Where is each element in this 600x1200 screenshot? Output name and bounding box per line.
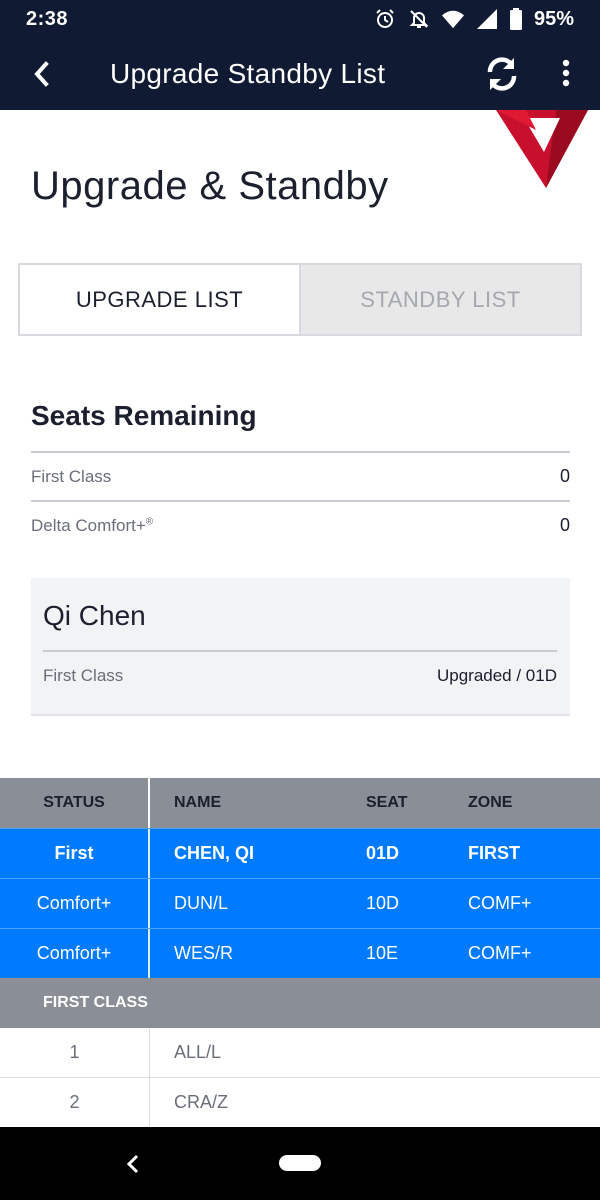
cell-seat: 01D [366, 843, 400, 863]
cell-seat: 10D [366, 893, 400, 913]
seats-remaining-list: First Class 0 Delta Comfort+® 0 [31, 451, 570, 549]
passenger-cabin: First Class [43, 666, 124, 685]
upgrade-table: STATUS NAME SEAT ZONE First CHEN, QI 01D… [0, 778, 600, 1128]
alarm-icon [374, 8, 396, 30]
tab-standby-list[interactable]: STANDBY LIST [301, 265, 580, 334]
cell-seat: 10E [366, 943, 399, 963]
passenger-name: Qi Chen [43, 600, 146, 631]
card-divider [43, 650, 557, 652]
seats-remaining-title: Seats Remaining [31, 400, 257, 431]
more-vert-icon[interactable] [556, 58, 576, 90]
header-status: STATUS [0, 778, 150, 828]
cell-name: WES/R [174, 943, 234, 963]
refresh-icon[interactable] [482, 54, 522, 94]
list-item: 1 ALL/L [0, 1028, 600, 1078]
seat-row-value: 0 [559, 466, 570, 486]
cell-name: ALL/L [174, 1042, 222, 1062]
delta-logo [496, 110, 588, 190]
cell-name: CHEN, QI [174, 843, 255, 863]
list-tabs: UPGRADE LIST STANDBY LIST [18, 263, 582, 336]
seat-row-comfort-plus: Delta Comfort+® 0 [31, 500, 570, 549]
signal-icon [476, 8, 498, 30]
passenger-card: Qi Chen First Class Upgraded / 01D [31, 578, 570, 716]
app-bar: Upgrade Standby List [0, 38, 600, 110]
header-zone: ZONE [468, 794, 513, 811]
cell-status: Comfort+ [0, 879, 150, 928]
seat-row-label: First Class [31, 466, 112, 486]
battery-icon [509, 8, 522, 30]
section-header-first-class: FIRST CLASS [0, 978, 600, 1028]
cell-status: First [0, 829, 150, 878]
table-row: Comfort+ DUN/L 10D COMF+ [0, 878, 600, 928]
header-name: NAME [174, 794, 222, 811]
status-bar: 2:38 95% [0, 0, 600, 38]
seat-row-label: Delta Comfort+® [31, 515, 154, 535]
seat-row-value: 0 [559, 515, 570, 535]
cell-position: 2 [0, 1078, 150, 1127]
nav-back-icon[interactable] [124, 1153, 142, 1175]
page-title: Upgrade & Standby [31, 164, 389, 208]
table-row: First CHEN, QI 01D FIRST [0, 828, 600, 878]
passenger-status: Upgraded / 01D [436, 666, 557, 685]
cell-zone: FIRST [468, 843, 520, 863]
cell-name: CRA/Z [174, 1092, 228, 1112]
battery-percent: 95% [533, 7, 574, 30]
tab-upgrade-list[interactable]: UPGRADE LIST [20, 265, 301, 334]
app-bar-title: Upgrade Standby List [110, 58, 386, 89]
nav-home-pill[interactable] [279, 1155, 321, 1171]
table-header: STATUS NAME SEAT ZONE [0, 778, 600, 828]
list-item: 2 CRA/Z [0, 1078, 600, 1128]
status-icons: 95% [374, 7, 574, 31]
back-icon[interactable] [28, 58, 58, 90]
registered-mark: ® [145, 515, 154, 527]
cell-zone: COMF+ [468, 943, 532, 963]
section-label: FIRST CLASS [43, 994, 148, 1011]
seat-row-first-class: First Class 0 [31, 451, 570, 500]
cell-position: 1 [0, 1028, 150, 1077]
cell-zone: COMF+ [468, 893, 532, 913]
header-seat: SEAT [366, 794, 408, 811]
wifi-icon [441, 8, 464, 30]
status-time: 2:38 [26, 8, 69, 30]
bell-off-icon [408, 8, 430, 30]
cell-status: Comfort+ [0, 929, 150, 978]
table-row: Comfort+ WES/R 10E COMF+ [0, 928, 600, 978]
cell-name: DUN/L [174, 893, 229, 913]
system-nav-bar [0, 1127, 600, 1200]
